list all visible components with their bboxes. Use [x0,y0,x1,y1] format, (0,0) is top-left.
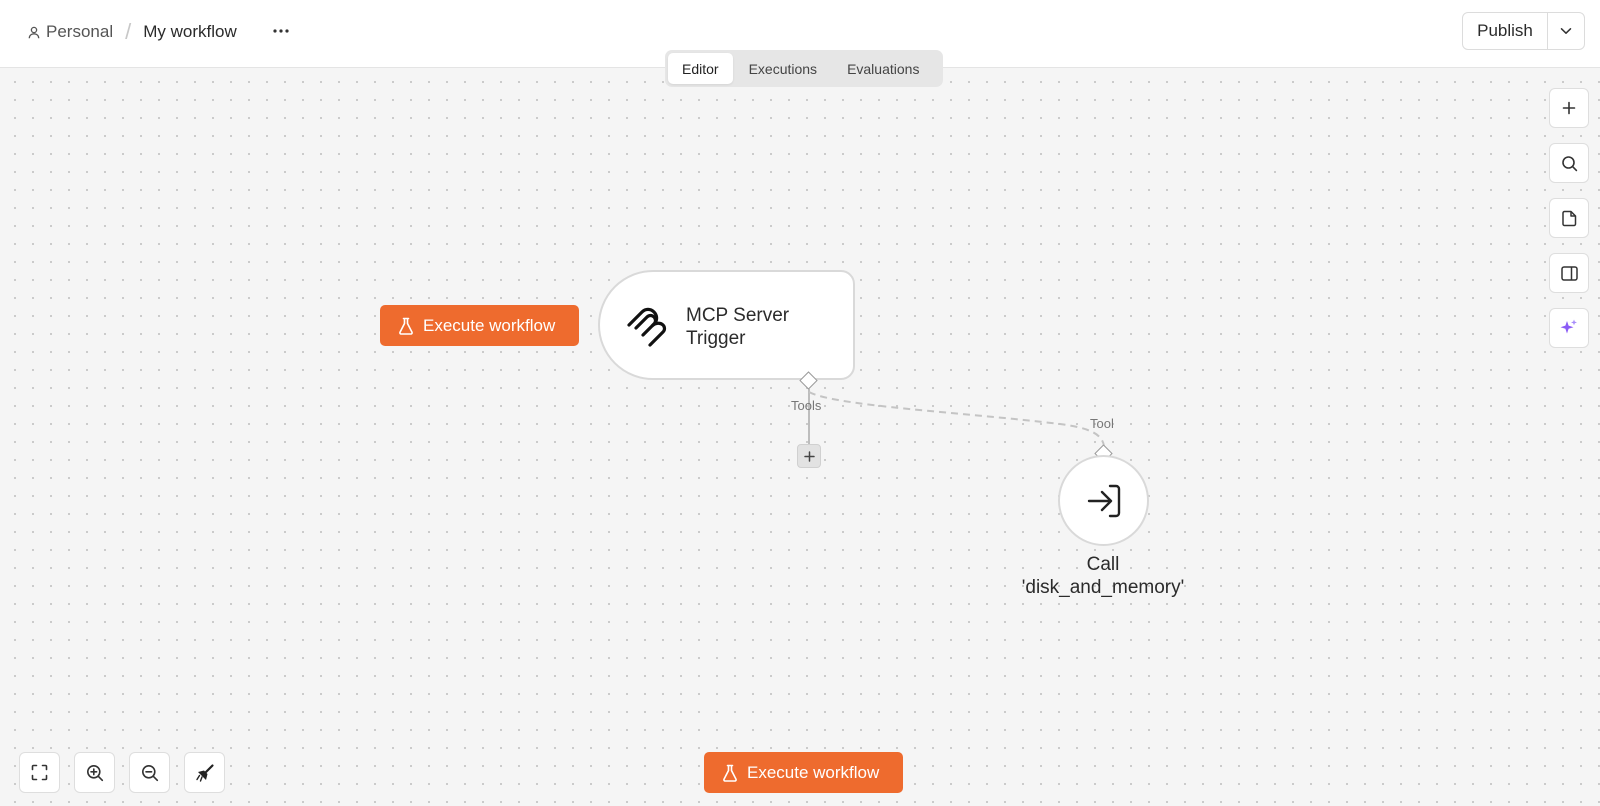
toggle-panel-button[interactable] [1549,253,1589,293]
sign-in-icon [1087,484,1120,517]
node-mcp-server-trigger-label: MCP Server Trigger [686,305,790,349]
plus-icon [1562,101,1576,115]
node-mcp-server-trigger[interactable]: MCP Server Trigger [598,270,855,380]
node-call-disk-and-memory[interactable] [1058,455,1149,546]
mcp-icon [627,307,667,347]
add-node-button[interactable] [1549,88,1589,128]
tab-executions[interactable]: Executions [735,53,831,84]
execute-workflow-node-button[interactable]: Execute workflow [380,305,579,346]
flask-icon [723,764,737,782]
tools-edge-label: Tools [791,398,822,413]
search-icon [1561,155,1577,171]
plus-icon [803,450,815,462]
node-call-disk-and-memory-label: Call 'disk_and_memory' [1021,554,1185,598]
zoom-out-button[interactable] [129,752,170,793]
execute-workflow-label: Execute workflow [747,762,880,782]
ai-assistant-button[interactable] [1549,308,1589,348]
zoom-in-button[interactable] [74,752,115,793]
fit-view-icon [31,764,48,781]
sparkle-icon [1560,319,1577,334]
tool-edge-label: Tool [1090,416,1114,431]
tidy-up-button[interactable] [184,752,225,793]
tool-connection-edge [808,391,1105,447]
tab-editor[interactable]: Editor [668,53,733,84]
search-nodes-button[interactable] [1549,143,1589,183]
fit-view-button[interactable] [19,752,60,793]
view-tabs: Editor Executions Evaluations [665,50,943,87]
add-tool-button[interactable] [797,444,821,468]
tab-evaluations[interactable]: Evaluations [833,53,933,84]
execute-workflow-button[interactable]: Execute workflow [704,752,903,793]
panel-icon [1560,265,1578,281]
add-sticky-note-button[interactable] [1549,198,1589,238]
zoom-out-icon [141,764,158,781]
sticky-note-icon [1561,210,1576,226]
zoom-in-icon [86,764,103,781]
flask-icon [399,317,413,335]
execute-workflow-label: Execute workflow [423,315,556,335]
tidy-up-icon [195,763,214,782]
